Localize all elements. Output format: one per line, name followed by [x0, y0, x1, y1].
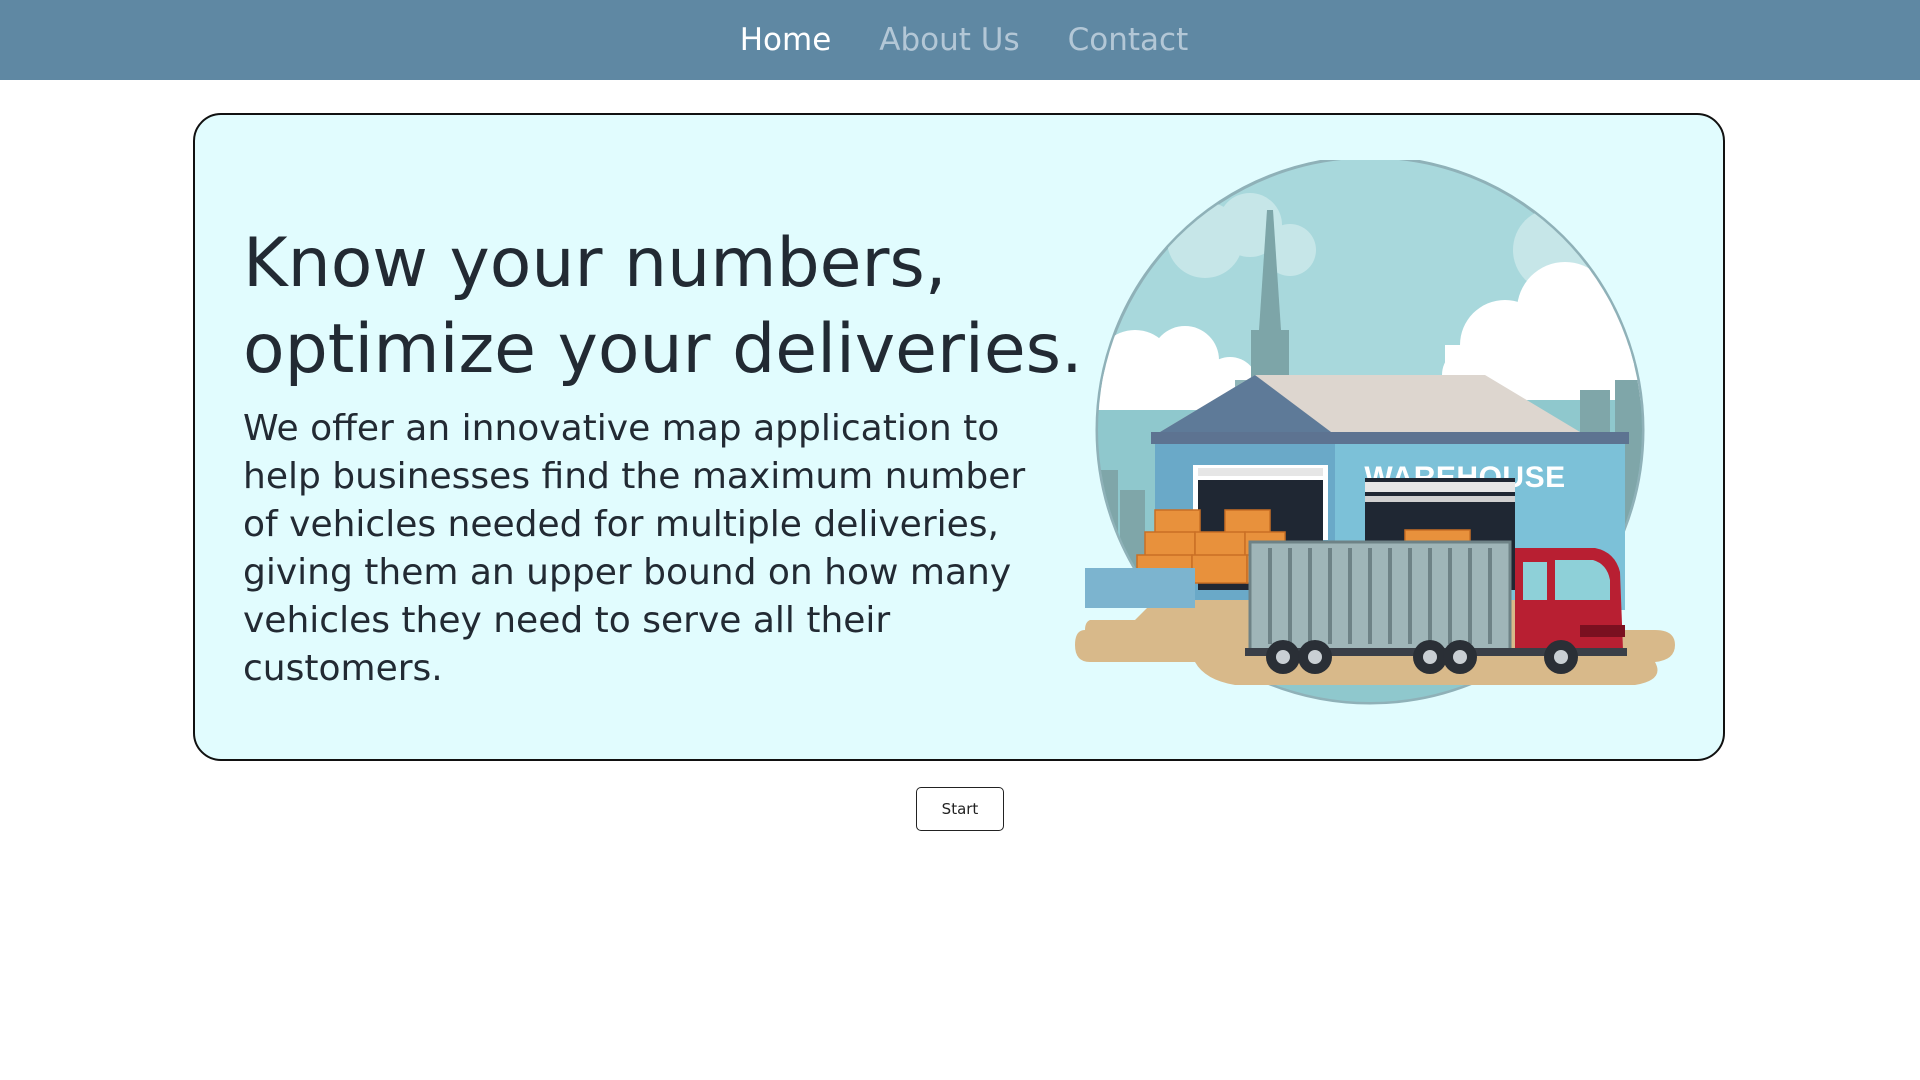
- hero-description: We offer an innovative map application t…: [243, 408, 1026, 689]
- nav-link-contact[interactable]: Contact: [1068, 22, 1189, 58]
- hero-title-line-2: optimize your deliveries.: [243, 310, 1083, 389]
- nav-link-about-us[interactable]: About Us: [879, 22, 1019, 58]
- hero-text-block: Know your numbers, optimize your deliver…: [243, 221, 1083, 693]
- start-button[interactable]: Start: [916, 787, 1004, 831]
- hero-title: Know your numbers, optimize your deliver…: [243, 221, 1083, 393]
- nav-link-home[interactable]: Home: [740, 22, 832, 58]
- warehouse-truck-illustration: WAREHOUSE: [1075, 160, 1675, 705]
- hero-card: Know your numbers, optimize your deliver…: [193, 113, 1725, 761]
- delivery-truck-icon: [1245, 540, 1627, 674]
- top-navbar: Home About Us Contact: [0, 0, 1920, 80]
- hero-title-line-1: Know your numbers,: [243, 224, 947, 303]
- nav-links: Home About Us Contact: [740, 22, 1189, 58]
